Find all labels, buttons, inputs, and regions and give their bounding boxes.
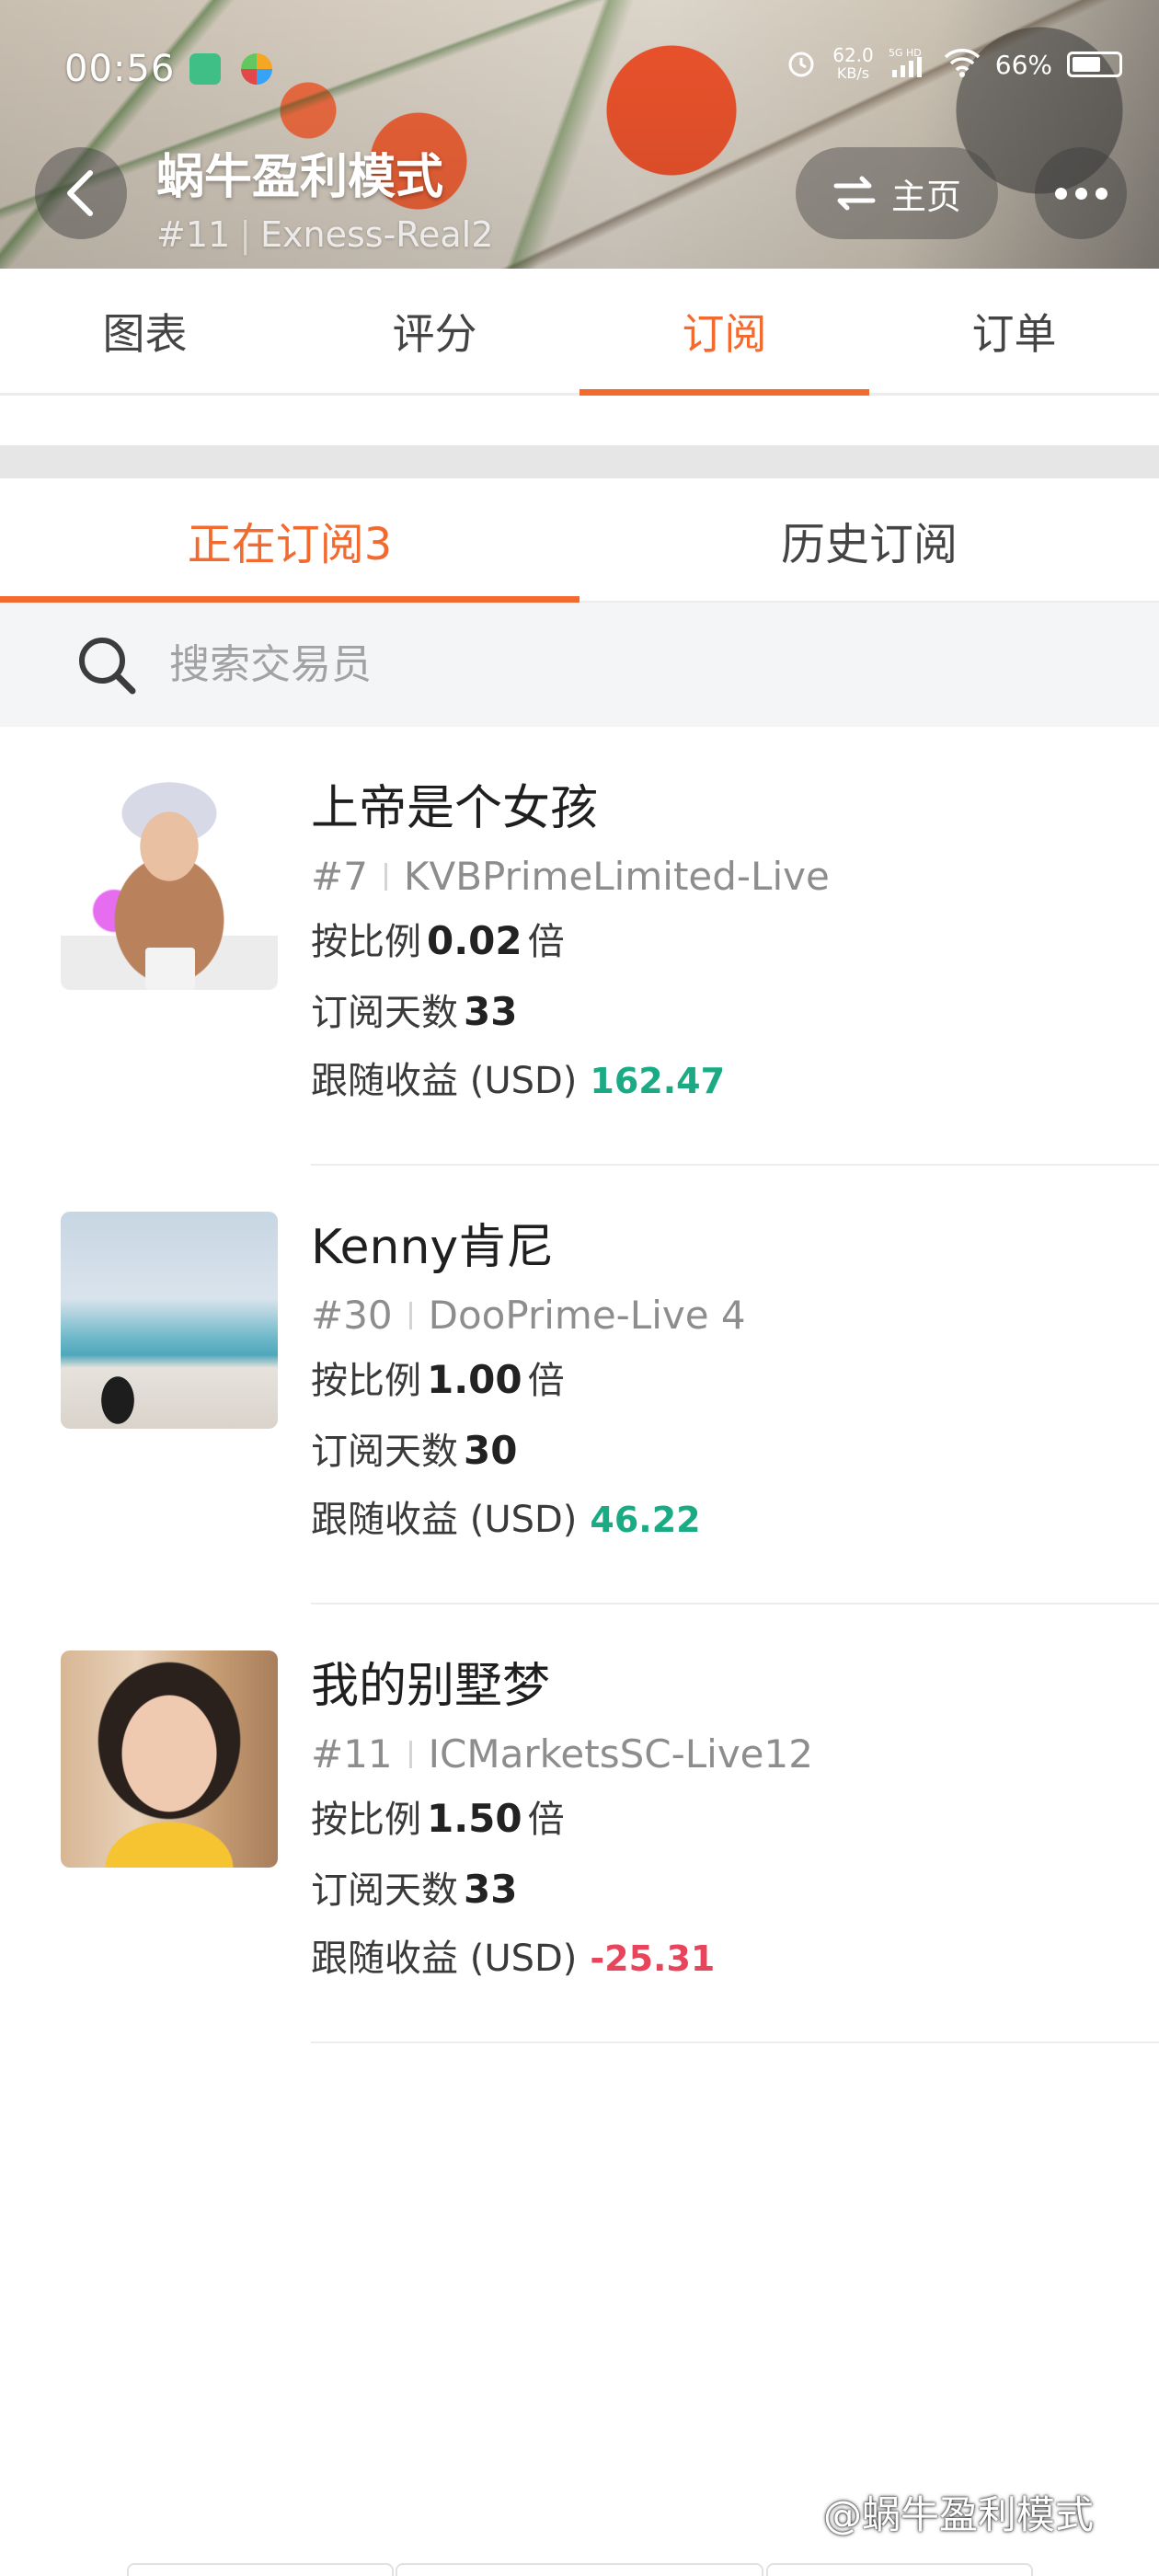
back-button[interactable] xyxy=(35,147,127,239)
status-bar-right: 62.0 KB/s 5G HD 66% xyxy=(785,46,1122,83)
signal-icon: 5G HD xyxy=(889,46,929,83)
profit-label: 跟随收益 (USD) xyxy=(311,1499,578,1542)
header-rank: #11 xyxy=(156,214,231,255)
home-button-label: 主页 xyxy=(890,176,961,217)
meta-separator xyxy=(408,1301,412,1329)
app-notification-icon xyxy=(241,53,272,85)
meta-separator xyxy=(408,1740,412,1768)
status-time: 00:56 xyxy=(64,48,176,90)
home-button[interactable]: 主页 xyxy=(796,147,998,239)
list-item[interactable]: 我的别墅梦 #11 ICMarketsSC-Live12 按比例 1.50 倍 … xyxy=(0,1604,1159,2043)
days-value: 30 xyxy=(464,1428,518,1474)
more-dot xyxy=(1095,187,1107,200)
trader-info: 上帝是个女孩 #7 KVBPrimeLimited-Live 按比例 0.02 … xyxy=(311,780,830,1109)
avatar xyxy=(61,1212,278,1429)
days-value: 33 xyxy=(464,989,518,1035)
ratio-row: 按比例 0.02 倍 xyxy=(311,912,830,970)
tab-history-subscriptions[interactable]: 历史订阅 xyxy=(580,478,1159,601)
days-label: 订阅天数 xyxy=(311,992,458,1035)
app-page: 00:56 62.0 KB/s 5G HD 66% 蜗牛盈利模式 #11 | Exn… xyxy=(0,0,1159,2576)
trader-broker: ICMarketsSC-Live12 xyxy=(428,1731,813,1777)
watermark: @蜗牛盈利模式 xyxy=(823,2492,1095,2537)
app-notification-icon xyxy=(189,53,221,85)
main-tab-bar: 图表 评分 订阅 订单 xyxy=(0,269,1159,396)
subscription-list: 上帝是个女孩 #7 KVBPrimeLimited-Live 按比例 0.02 … xyxy=(0,727,1159,2043)
trader-info: Kenny肯尼 #30 DooPrime-Live 4 按比例 1.00 倍 订… xyxy=(311,1219,746,1547)
chevron-left-icon xyxy=(67,170,93,216)
avatar xyxy=(61,773,278,990)
trader-rank: #11 xyxy=(311,1731,393,1777)
profit-value: 46.22 xyxy=(590,1500,701,1541)
trader-rank: #30 xyxy=(311,1293,393,1339)
trader-meta: #30 DooPrime-Live 4 xyxy=(311,1293,746,1338)
ratio-unit: 倍 xyxy=(527,1799,565,1842)
avatar xyxy=(61,1650,278,1868)
ratio-row: 按比例 1.00 倍 xyxy=(311,1351,746,1409)
battery-icon xyxy=(1067,52,1122,77)
more-dots-icon xyxy=(1054,187,1067,200)
trader-name: 上帝是个女孩 xyxy=(311,781,599,836)
page-title: 蜗牛盈利模式 xyxy=(156,150,444,205)
ratio-label: 按比例 xyxy=(311,921,421,964)
profit-row: 跟随收益 (USD) -25.31 xyxy=(311,1931,813,1986)
ratio-value: 1.50 xyxy=(427,1796,522,1842)
bottom-bar-segment xyxy=(766,2563,1033,2576)
days-label: 订阅天数 xyxy=(311,1431,458,1474)
search-bar xyxy=(0,603,1159,727)
profit-value: 162.47 xyxy=(590,1061,726,1102)
header-subtitle: #11 | Exness-Real2 xyxy=(156,214,494,255)
list-item[interactable]: Kenny肯尼 #30 DooPrime-Live 4 按比例 1.00 倍 订… xyxy=(0,1166,1159,1604)
tab-current-subscriptions[interactable]: 正在订阅3 xyxy=(0,478,580,603)
tab-orders[interactable]: 订单 xyxy=(869,269,1159,393)
swap-arrows-icon xyxy=(833,176,876,211)
days-label: 订阅天数 xyxy=(311,1869,458,1913)
net-speed: 62.0 KB/s xyxy=(832,44,874,82)
meta-separator xyxy=(384,862,387,891)
battery-percent: 66% xyxy=(994,49,1052,80)
trader-name: 我的别墅梦 xyxy=(311,1659,551,1714)
days-row: 订阅天数 33 xyxy=(311,983,830,1041)
search-icon xyxy=(79,637,136,694)
trader-broker: KVBPrimeLimited-Live xyxy=(403,854,830,900)
header-title-block: 蜗牛盈利模式 #11 | Exness-Real2 xyxy=(156,138,493,255)
sub-tab-bar: 正在订阅3 历史订阅 xyxy=(0,478,1159,603)
more-button[interactable] xyxy=(1035,147,1127,239)
ratio-value: 0.02 xyxy=(427,918,522,964)
tab-rating[interactable]: 评分 xyxy=(290,269,580,393)
profit-label: 跟随收益 (USD) xyxy=(311,1938,578,1981)
svg-text:5G HD: 5G HD xyxy=(889,47,922,59)
profit-value: -25.31 xyxy=(590,1938,716,1980)
section-divider xyxy=(0,445,1159,478)
bottom-bar-segment xyxy=(127,2563,394,2576)
list-item[interactable]: 上帝是个女孩 #7 KVBPrimeLimited-Live 按比例 0.02 … xyxy=(0,727,1159,1166)
more-dot xyxy=(1074,187,1087,200)
ratio-unit: 倍 xyxy=(527,1360,565,1403)
bottom-bar-segment xyxy=(396,2563,763,2576)
row-divider xyxy=(311,2041,1159,2043)
trader-broker: DooPrime-Live 4 xyxy=(428,1293,746,1339)
search-input[interactable] xyxy=(169,641,997,688)
ratio-row: 按比例 1.50 倍 xyxy=(311,1789,813,1847)
profit-row: 跟随收益 (USD) 46.22 xyxy=(311,1492,746,1547)
ratio-label: 按比例 xyxy=(311,1360,421,1403)
profit-label: 跟随收益 (USD) xyxy=(311,1060,578,1103)
days-row: 订阅天数 30 xyxy=(311,1421,746,1479)
header-account: Exness-Real2 xyxy=(260,214,494,255)
ratio-label: 按比例 xyxy=(311,1799,421,1842)
profit-row: 跟随收益 (USD) 162.47 xyxy=(311,1053,830,1109)
days-value: 33 xyxy=(464,1867,518,1913)
alarm-icon xyxy=(785,46,818,83)
ratio-unit: 倍 xyxy=(527,921,565,964)
ratio-value: 1.00 xyxy=(427,1357,522,1403)
tab-subscription[interactable]: 订阅 xyxy=(580,269,869,396)
wifi-icon xyxy=(944,48,981,81)
days-row: 订阅天数 33 xyxy=(311,1860,813,1918)
trader-name: Kenny肯尼 xyxy=(311,1220,555,1275)
trader-meta: #7 KVBPrimeLimited-Live xyxy=(311,854,830,899)
tab-chart[interactable]: 图表 xyxy=(0,269,290,393)
trader-info: 我的别墅梦 #11 ICMarketsSC-Live12 按比例 1.50 倍 … xyxy=(311,1658,813,1986)
trader-meta: #11 ICMarketsSC-Live12 xyxy=(311,1731,813,1777)
trader-rank: #7 xyxy=(311,854,368,900)
